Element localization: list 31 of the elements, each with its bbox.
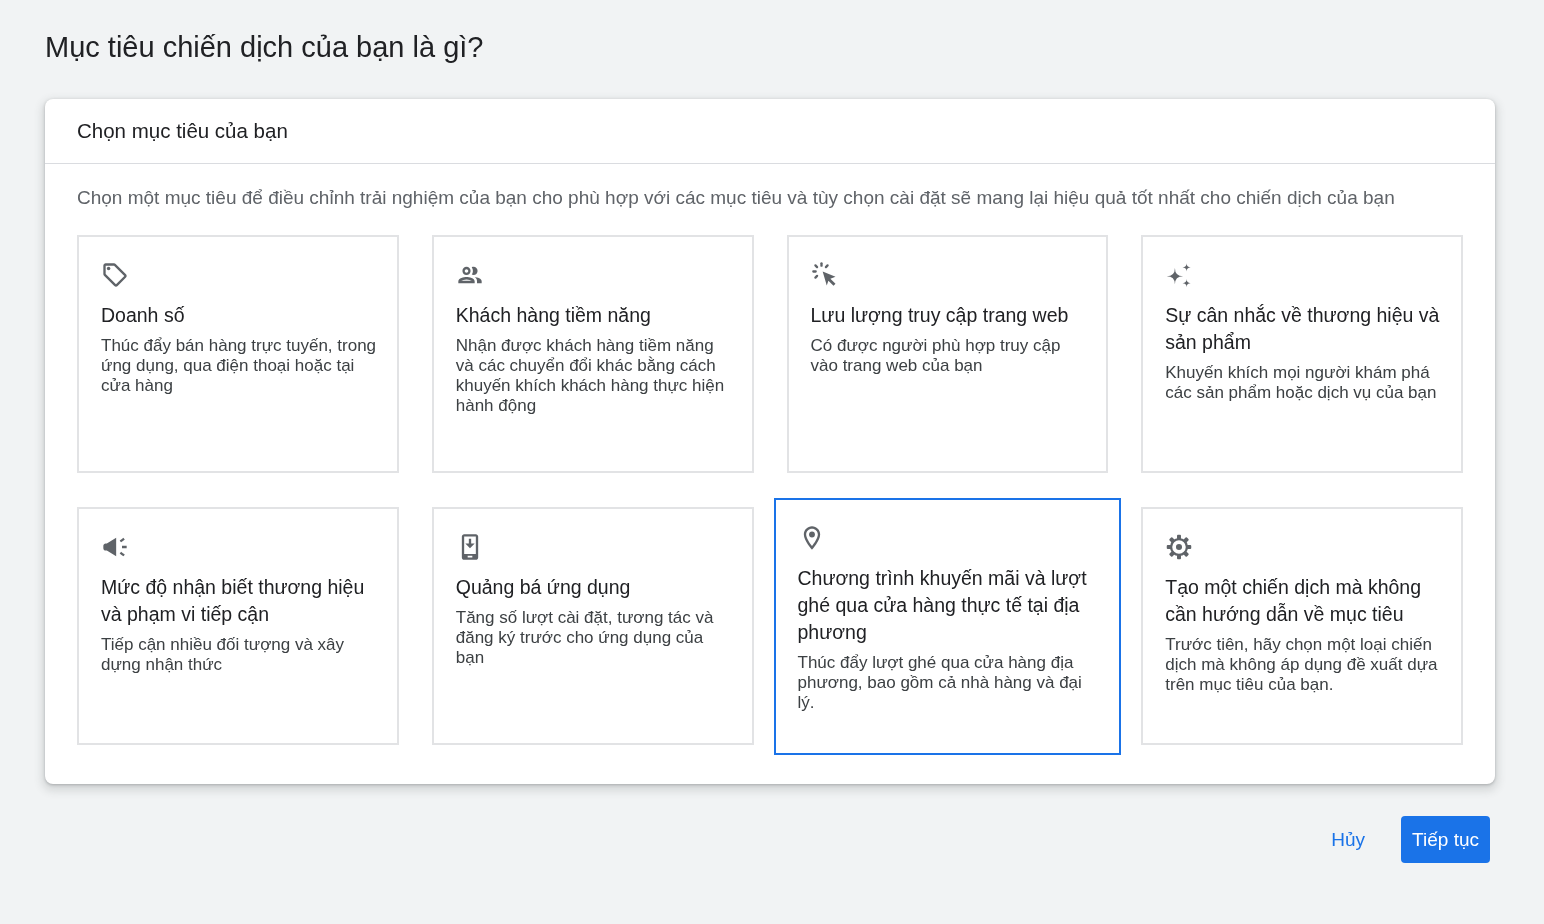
goal-title: Tạo một chiến dịch mà không cần hướng dẫn về mục tiêu (1165, 575, 1423, 627)
goal-card[interactable]: Doanh số Thúc đẩy bán hàng trực tuyến, trong ứng dụng, qua điện thoại hoặc tại cửa hàng (77, 235, 399, 473)
panel-description: Chọn một mục tiêu để điều chỉnh trải nghiệm của bạn cho phù hợp với các mục tiêu và tùy chọn cài đặt sẽ mang lại hiệu quả tốt nhất cho chiến dịch của bạn (77, 187, 1396, 209)
goal-description: Có được người phù hợp truy cập vào trang web của bạn (810, 336, 1062, 376)
page-title: Mục tiêu chiến dịch của bạn là gì? (45, 30, 484, 65)
tag-icon (101, 261, 129, 289)
goal-title: Doanh số (101, 303, 185, 328)
goal-card[interactable]: Lưu lượng truy cập trang web Có được người phù hợp truy cập vào trang web của bạn (786, 235, 1109, 473)
goal-title: Lưu lượng truy cập trang web (810, 303, 1069, 328)
goal-card[interactable]: Quảng bá ứng dụng Tăng số lượt cài đặt, tương tác và đăng ký trước cho ứng dụng của bạn (431, 507, 754, 745)
panel-header: Chọn mục tiêu của bạn (77, 119, 288, 143)
goal-title: Sự cân nhắc về thương hiệu và sản phẩm (1165, 303, 1441, 355)
goal-description: Tiếp cận nhiều đối tượng và xây dựng nhận thức (101, 635, 346, 675)
goal-description: Trước tiên, hãy chọn một loại chiến dịch mà không áp dụng đề xuất dựa trên mục tiêu của bạn. (1165, 635, 1439, 695)
goal-description: Nhận được khách hàng tiềm năng và các chuyển đổi khác bằng cách khuyến khích khách hàng thực hiện hành động (455, 336, 726, 416)
goal-card[interactable]: Khách hàng tiềm năng Nhận được khách hàng tiềm năng và các chuyển đổi khác bằng cách khuyến khích khách hàng thực hiện hành động (431, 235, 754, 473)
goal-card[interactable]: Tạo một chiến dịch mà không cần hướng dẫn về mục tiêu Trước tiên, hãy chọn một loại chiến dịch mà không áp dụng đề xuất dựa trên mục tiêu của bạn. (1141, 507, 1463, 745)
goal-title: Quảng bá ứng dụng (455, 575, 631, 600)
continue-button[interactable]: Tiếp tục (1401, 816, 1490, 863)
settings-icon (1165, 533, 1194, 561)
goal-title: Mức độ nhận biết thương hiệu và phạm vi tiếp cận (101, 575, 366, 627)
goal-card[interactable]: Sự cân nhắc về thương hiệu và sản phẩm Khuyến khích mọi người khám phá các sản phẩm hoặc dịch vụ của bạn (1141, 235, 1463, 473)
cancel-button[interactable]: Hủy (1319, 816, 1378, 863)
goal-card[interactable]: Chương trình khuyến mãi và lượt ghé qua cửa hàng thực tế tại địa phương Thúc đẩy lượt ghé qua cửa hàng địa phương, bao gồm cả nhà hàng và đại lý. (773, 498, 1122, 755)
goal-title: Khách hàng tiềm năng (455, 303, 651, 328)
goal-description: Thúc đẩy lượt ghé qua cửa hàng địa phương, bao gồm cả nhà hàng và đại lý. (797, 653, 1083, 713)
goal-card[interactable]: Mức độ nhận biết thương hiệu và phạm vi tiếp cận Tiếp cận nhiều đối tượng và xây dựng nhận thức (77, 507, 399, 745)
goal-description: Khuyến khích mọi người khám phá các sản phẩm hoặc dịch vụ của bạn (1165, 363, 1438, 403)
goal-description: Tăng số lượt cài đặt, tương tác và đăng ký trước cho ứng dụng của bạn (455, 608, 715, 668)
goal-title: Chương trình khuyến mãi và lượt ghé qua cửa hàng thực tế tại địa phương (797, 566, 1088, 645)
goal-description: Thúc đẩy bán hàng trực tuyến, trong ứng dụng, qua điện thoại hoặc tại cửa hàng (101, 336, 378, 396)
